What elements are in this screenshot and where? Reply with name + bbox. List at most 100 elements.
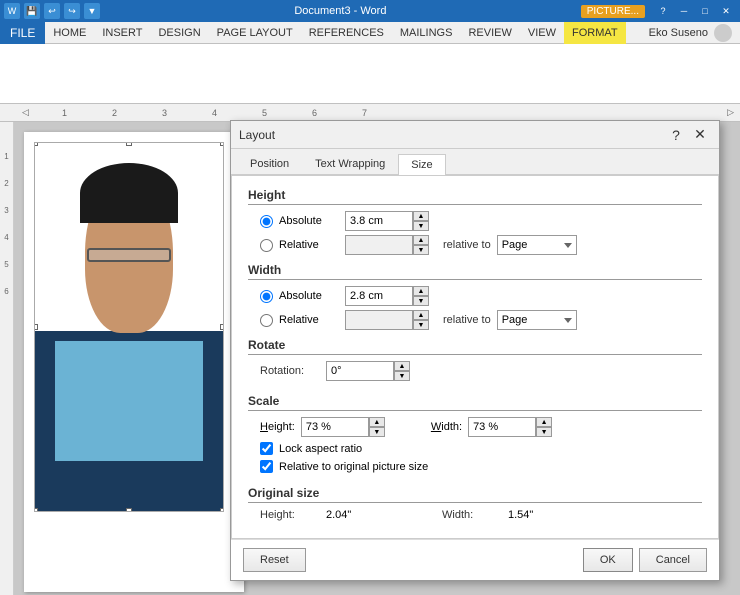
rotation-up[interactable]: ▲ bbox=[394, 361, 410, 371]
width-relative-radio[interactable] bbox=[260, 314, 273, 327]
relative-original-checkbox[interactable] bbox=[260, 460, 273, 473]
dialog-close-button[interactable]: ✕ bbox=[689, 125, 711, 145]
title-bar-icons: W 💾 ↩ ↪ ▼ bbox=[4, 3, 100, 19]
scale-height-up[interactable]: ▲ bbox=[369, 417, 385, 427]
width-absolute-row: Absolute ▲ ▼ bbox=[260, 286, 702, 306]
dialog-content: Height Absolute ▲ ▼ Relative bbox=[231, 175, 719, 539]
resize-handle-tm[interactable] bbox=[126, 142, 132, 146]
height-relative-input[interactable] bbox=[345, 235, 413, 255]
help-button[interactable]: ? bbox=[653, 3, 673, 19]
width-absolute-spinbtns: ▲ ▼ bbox=[413, 286, 429, 306]
original-height-value: 2.04" bbox=[326, 509, 406, 521]
resize-handle-bl[interactable] bbox=[34, 508, 38, 512]
original-height-label: Height: bbox=[260, 509, 320, 521]
tab-mailings[interactable]: MAILINGS bbox=[392, 22, 461, 44]
ribbon-content bbox=[0, 44, 740, 104]
tab-references[interactable]: REFERENCES bbox=[301, 22, 392, 44]
tab-view[interactable]: VIEW bbox=[520, 22, 564, 44]
close-button[interactable]: ✕ bbox=[716, 3, 736, 19]
scale-height-spin: ▲ ▼ bbox=[301, 417, 385, 437]
doc-page bbox=[24, 132, 244, 592]
cancel-button[interactable]: Cancel bbox=[639, 548, 707, 572]
minimize-button[interactable]: ─ bbox=[674, 3, 694, 19]
width-relative-to-select[interactable]: Page bbox=[497, 310, 577, 330]
width-section-title: Width bbox=[248, 263, 702, 280]
save-icon[interactable]: 💾 bbox=[24, 3, 40, 19]
file-button[interactable]: FILE bbox=[0, 22, 45, 44]
more-icon[interactable]: ▼ bbox=[84, 3, 100, 19]
lock-aspect-label: Lock aspect ratio bbox=[279, 443, 362, 455]
width-options: Absolute ▲ ▼ Relative bbox=[248, 286, 702, 330]
width-relative-label: Relative bbox=[279, 314, 339, 326]
rotate-section-title: Rotate bbox=[248, 338, 702, 355]
tab-design[interactable]: DESIGN bbox=[150, 22, 208, 44]
ok-button[interactable]: OK bbox=[583, 548, 633, 572]
dialog-title: Layout bbox=[239, 128, 665, 142]
height-relative-down[interactable]: ▼ bbox=[413, 245, 429, 255]
rotation-down[interactable]: ▼ bbox=[394, 371, 410, 381]
scale-width-label: Width: bbox=[431, 421, 462, 433]
resize-handle-mr[interactable] bbox=[220, 324, 224, 330]
tab-text-wrapping[interactable]: Text Wrapping bbox=[302, 153, 398, 174]
reset-button[interactable]: Reset bbox=[243, 548, 306, 572]
scale-width-input[interactable] bbox=[468, 417, 536, 437]
height-relative-to-label: relative to bbox=[443, 239, 491, 251]
vertical-ruler: 1 2 3 4 5 6 bbox=[0, 122, 14, 595]
tab-format[interactable]: FORMAT bbox=[564, 22, 626, 44]
dialog-controls: ? ✕ bbox=[665, 125, 711, 145]
width-relative-down[interactable]: ▼ bbox=[413, 320, 429, 330]
tab-position[interactable]: Position bbox=[237, 153, 302, 174]
height-absolute-spin: ▲ ▼ bbox=[345, 211, 429, 231]
height-relative-spin: ▲ ▼ bbox=[345, 235, 429, 255]
height-absolute-up[interactable]: ▲ bbox=[413, 211, 429, 221]
tab-review[interactable]: REVIEW bbox=[460, 22, 519, 44]
width-absolute-radio[interactable] bbox=[260, 290, 273, 303]
undo-icon[interactable]: ↩ bbox=[44, 3, 60, 19]
width-relative-spinbtns: ▲ ▼ bbox=[413, 310, 429, 330]
rotation-row: Rotation: ▲ ▼ bbox=[248, 361, 702, 381]
width-absolute-down[interactable]: ▼ bbox=[413, 296, 429, 306]
width-absolute-input[interactable] bbox=[345, 286, 413, 306]
width-relative-to-label: relative to bbox=[443, 314, 491, 326]
height-absolute-input[interactable] bbox=[345, 211, 413, 231]
width-relative-up[interactable]: ▲ bbox=[413, 310, 429, 320]
lock-aspect-checkbox[interactable] bbox=[260, 442, 273, 455]
rotation-input[interactable] bbox=[326, 361, 394, 381]
tab-insert[interactable]: INSERT bbox=[94, 22, 150, 44]
tab-page-layout[interactable]: PAGE LAYOUT bbox=[209, 22, 301, 44]
dialog-footer: Reset OK Cancel bbox=[231, 539, 719, 580]
resize-handle-br[interactable] bbox=[220, 508, 224, 512]
resize-handle-bm[interactable] bbox=[126, 508, 132, 512]
height-relative-radio[interactable] bbox=[260, 239, 273, 252]
height-relative-up[interactable]: ▲ bbox=[413, 235, 429, 245]
height-options: Absolute ▲ ▼ Relative bbox=[248, 211, 702, 255]
scale-height-label: Height: bbox=[260, 421, 295, 433]
width-absolute-up[interactable]: ▲ bbox=[413, 286, 429, 296]
height-relative-to-select[interactable]: Page bbox=[497, 235, 577, 255]
width-relative-input[interactable] bbox=[345, 310, 413, 330]
rotation-label: Rotation: bbox=[260, 365, 320, 377]
height-relative-label: Relative bbox=[279, 239, 339, 251]
redo-icon[interactable]: ↪ bbox=[64, 3, 80, 19]
resize-handle-ml[interactable] bbox=[34, 324, 38, 330]
height-absolute-row: Absolute ▲ ▼ bbox=[260, 211, 702, 231]
scale-width-spin: ▲ ▼ bbox=[468, 417, 552, 437]
resize-handle-tr[interactable] bbox=[220, 142, 224, 146]
original-width-value: 1.54" bbox=[508, 509, 533, 521]
height-absolute-radio[interactable] bbox=[260, 215, 273, 228]
maximize-button[interactable]: □ bbox=[695, 3, 715, 19]
height-absolute-down[interactable]: ▼ bbox=[413, 221, 429, 231]
tab-size[interactable]: Size bbox=[398, 154, 445, 175]
scale-height-down[interactable]: ▼ bbox=[369, 427, 385, 437]
scale-width-up[interactable]: ▲ bbox=[536, 417, 552, 427]
height-relative-row: Relative ▲ ▼ relative to Page bbox=[260, 235, 702, 255]
scale-height-input[interactable] bbox=[301, 417, 369, 437]
resize-handle-tl[interactable] bbox=[34, 142, 38, 146]
dialog-help-button[interactable]: ? bbox=[665, 125, 687, 145]
scale-width-down[interactable]: ▼ bbox=[536, 427, 552, 437]
height-absolute-label: Absolute bbox=[279, 215, 339, 227]
width-relative-spin: ▲ ▼ bbox=[345, 310, 429, 330]
word-icon: W bbox=[4, 3, 20, 19]
tab-home[interactable]: HOME bbox=[45, 22, 94, 44]
height-section-title: Height bbox=[248, 188, 702, 205]
